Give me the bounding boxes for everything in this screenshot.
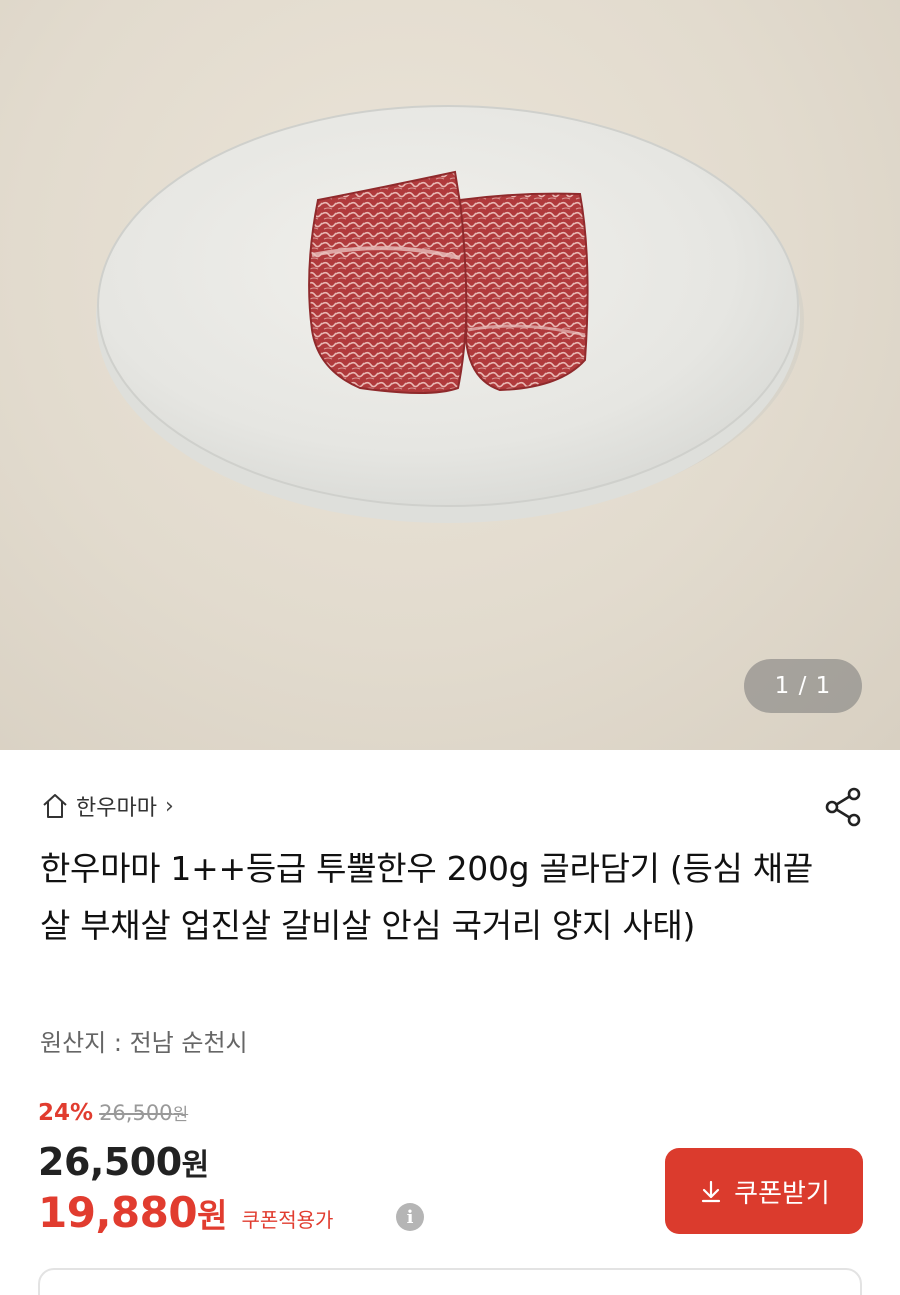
discount-row: 24% 26,500원 (38, 1100, 188, 1126)
get-coupon-button[interactable]: 쿠폰받기 (665, 1148, 863, 1234)
home-icon (43, 794, 67, 818)
original-price-unit: 원 (172, 1105, 189, 1125)
get-coupon-label: 쿠폰받기 (734, 1177, 830, 1208)
coupon-price-value: 19,880 (38, 1188, 198, 1237)
coupon-price-label: 쿠폰적용가 (241, 1208, 334, 1232)
coupon-price-unit: 원 (197, 1196, 228, 1235)
option-card[interactable] (38, 1268, 862, 1295)
store-name: 한우마마 (76, 796, 157, 821)
image-pager: 1 / 1 (744, 659, 862, 713)
product-origin: 원산지 : 전남 순천시 (40, 1029, 248, 1057)
original-price: 26,500원 (99, 1100, 188, 1125)
coupon-price: 19,880 원 쿠폰적용가 (38, 1188, 333, 1237)
info-icon[interactable]: i (396, 1203, 424, 1231)
share-icon (825, 787, 861, 827)
download-icon (702, 1180, 721, 1203)
sale-price: 26,500 원 (38, 1140, 209, 1184)
sale-price-value: 26,500 (38, 1140, 182, 1184)
product-title: 한우마마 1++등급 투뿔한우 200g 골라담기 (등심 채끝살 부채살 업진… (40, 849, 813, 945)
store-link[interactable]: 한우마마 › (40, 786, 174, 826)
product-photo (96, 105, 804, 523)
original-price-value: 26,500 (99, 1101, 173, 1125)
product-image[interactable]: 1 / 1 (0, 0, 900, 750)
discount-rate: 24% (38, 1100, 94, 1126)
sale-price-unit: 원 (181, 1148, 210, 1183)
chevron-right-icon: › (164, 793, 174, 819)
share-button[interactable] (818, 782, 868, 832)
